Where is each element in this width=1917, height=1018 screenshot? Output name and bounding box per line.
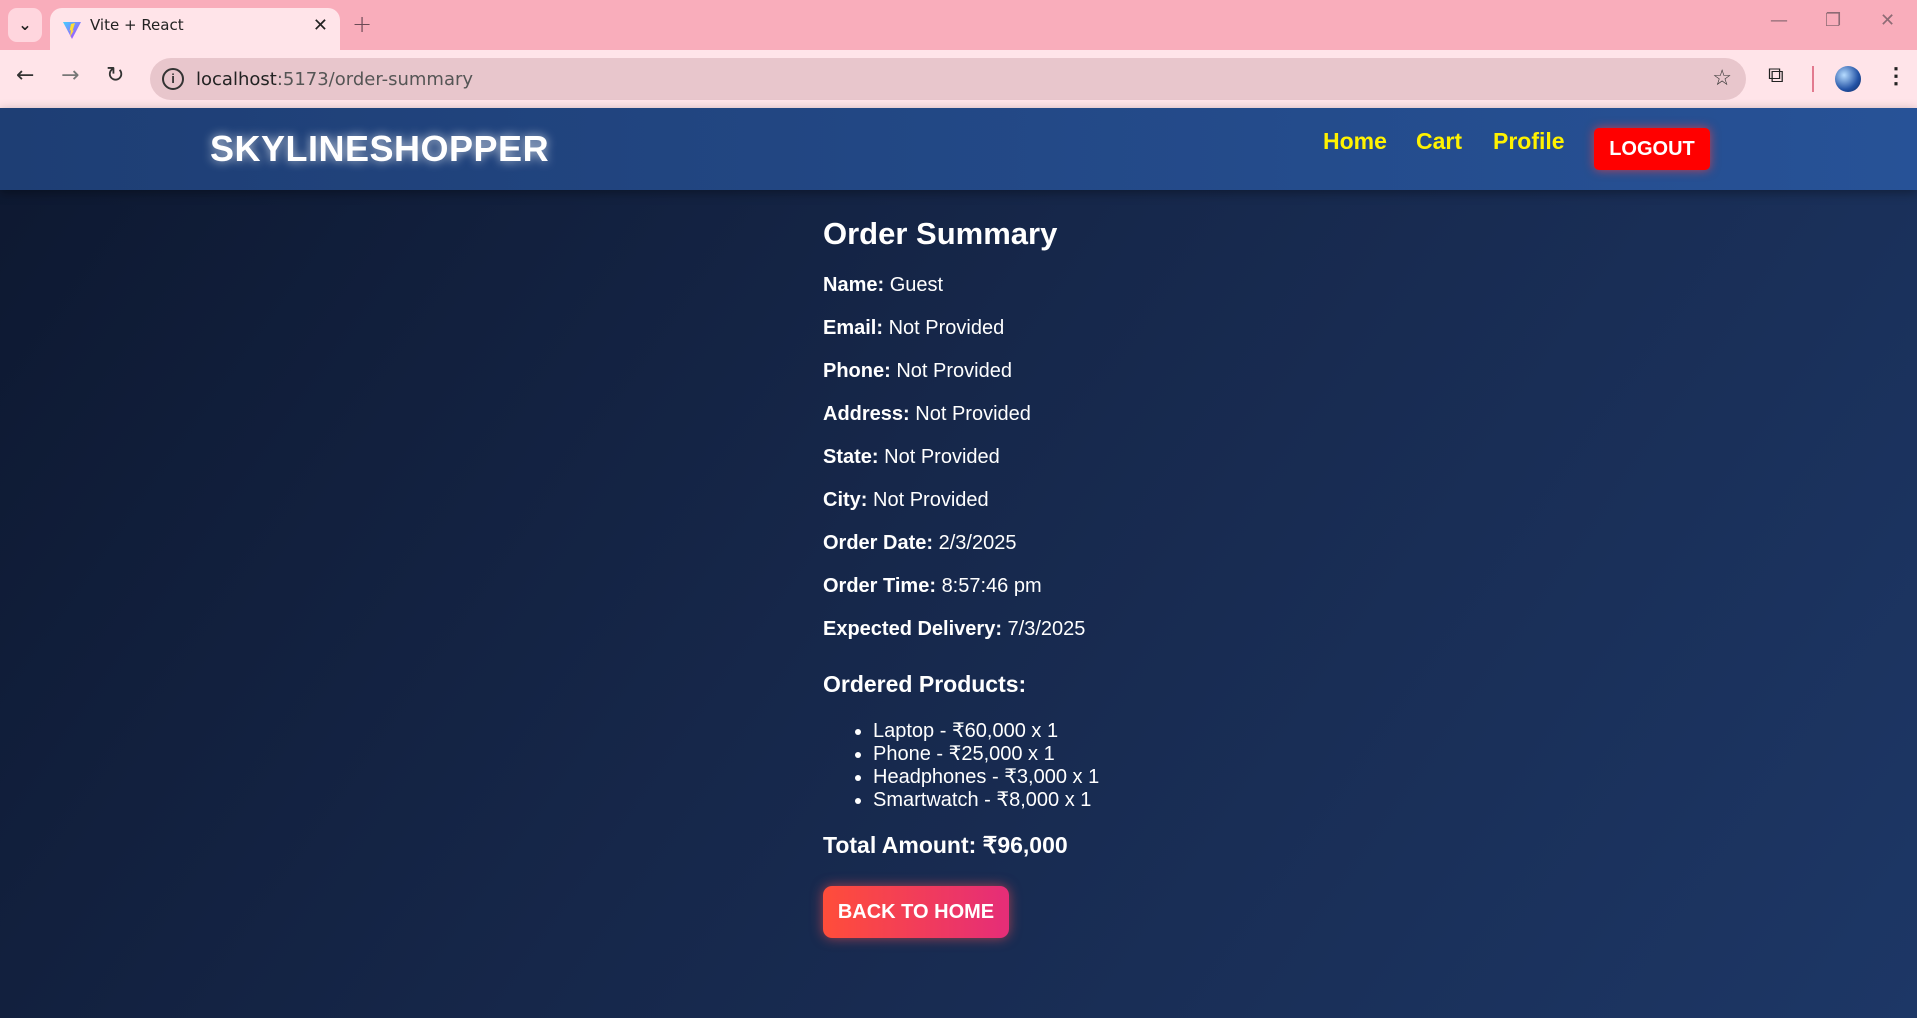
- back-arrow-icon[interactable]: ←: [16, 65, 34, 87]
- field-address: Address: Not Provided: [823, 403, 1323, 446]
- list-item: Headphones - ₹3,000 x 1: [873, 766, 1323, 789]
- site-navbar: SKYLINESHOPPER Home Cart Profile LOGOUT: [0, 108, 1917, 190]
- chevron-down-icon: ⌄: [18, 15, 32, 34]
- field-value: 2/3/2025: [938, 532, 1017, 554]
- products-heading: Ordered Products:: [823, 671, 1027, 697]
- close-icon[interactable]: ✕: [313, 15, 328, 36]
- field-label: State:: [823, 446, 879, 468]
- tab-search-button[interactable]: ⌄: [8, 8, 42, 42]
- field-value: Not Provided: [896, 360, 1012, 382]
- browser-tab-active[interactable]: Vite + React ✕: [50, 8, 340, 50]
- field-value: Guest: [889, 274, 944, 296]
- product-list: Laptop - ₹60,000 x 1 Phone - ₹25,000 x 1…: [823, 720, 1323, 812]
- forward-arrow-icon[interactable]: →: [61, 65, 79, 87]
- url-text[interactable]: localhost:5173/order-summary: [196, 69, 473, 90]
- nav-link-profile[interactable]: Profile: [1493, 128, 1565, 155]
- field-phone: Phone: Not Provided: [823, 360, 1323, 403]
- profile-avatar[interactable]: [1835, 66, 1861, 92]
- page-title: Order Summary: [823, 216, 1058, 251]
- new-tab-button[interactable]: +: [352, 10, 372, 38]
- nav-link-home[interactable]: Home: [1323, 128, 1387, 155]
- field-value: 8:57:46 pm: [941, 575, 1042, 597]
- field-value: 7/3/2025: [1007, 618, 1086, 640]
- field-value: Not Provided: [884, 446, 1000, 468]
- logout-button[interactable]: LOGOUT: [1594, 128, 1710, 170]
- restore-icon[interactable]: ❐: [1825, 10, 1841, 31]
- nav-link-cart[interactable]: Cart: [1416, 128, 1462, 155]
- browser-toolbar: ← → ↻ i localhost:5173/order-summary ☆ ⧉…: [0, 50, 1917, 108]
- field-label: Address:: [823, 403, 910, 425]
- field-name: Name: Guest: [823, 274, 1323, 317]
- back-to-home-button[interactable]: BACK TO HOME: [823, 886, 1009, 938]
- field-order-time: Order Time: 8:57:46 pm: [823, 575, 1323, 618]
- browser-tabstrip: ⌄ Vite + React ✕ + — ❐ ✕: [0, 0, 1917, 50]
- minimize-icon[interactable]: —: [1770, 10, 1788, 31]
- field-value: Not Provided: [915, 403, 1031, 425]
- tab-title: Vite + React: [90, 16, 184, 34]
- field-label: Order Time:: [823, 575, 936, 597]
- app-page: SKYLINESHOPPER Home Cart Profile LOGOUT …: [0, 108, 1917, 1018]
- field-label: Order Date:: [823, 532, 934, 554]
- browser-menu-icon[interactable]: ⋮: [1885, 63, 1907, 89]
- field-order-date: Order Date: 2/3/2025: [823, 532, 1323, 575]
- field-value: Not Provided: [888, 317, 1005, 339]
- field-value: Not Provided: [873, 489, 989, 511]
- field-label: Name:: [823, 274, 885, 296]
- list-item: Phone - ₹25,000 x 1: [873, 743, 1323, 766]
- field-expected-delivery: Expected Delivery: 7/3/2025: [823, 618, 1323, 661]
- vite-logo-icon: [63, 22, 81, 39]
- site-info-icon[interactable]: i: [162, 68, 184, 90]
- field-label: Email:: [823, 317, 884, 339]
- bookmark-star-icon[interactable]: ☆: [1712, 65, 1732, 91]
- field-label: Expected Delivery:: [823, 618, 1002, 640]
- list-item: Laptop - ₹60,000 x 1: [873, 720, 1323, 743]
- list-item: Smartwatch - ₹8,000 x 1: [873, 789, 1323, 812]
- extensions-puzzle-icon[interactable]: ⧉: [1768, 62, 1784, 88]
- field-email: Email: Not Provided: [823, 317, 1323, 360]
- url-host: localhost: [196, 69, 277, 90]
- field-label: Phone:: [823, 360, 891, 382]
- field-label: City:: [823, 489, 868, 511]
- reload-icon[interactable]: ↻: [106, 65, 124, 87]
- field-state: State: Not Provided: [823, 446, 1323, 489]
- brand-logo-text[interactable]: SKYLINESHOPPER: [210, 128, 549, 170]
- toolbar-divider: [1812, 66, 1814, 92]
- url-path: :5173/order-summary: [276, 69, 474, 90]
- order-summary-panel: Order Summary Name: Guest Email: Not Pro…: [823, 216, 1323, 938]
- window-close-icon[interactable]: ✕: [1880, 10, 1895, 31]
- field-city: City: Not Provided: [823, 489, 1323, 532]
- total-amount: Total Amount: ₹96,000: [823, 832, 1068, 858]
- address-bar[interactable]: i localhost:5173/order-summary ☆: [150, 58, 1746, 100]
